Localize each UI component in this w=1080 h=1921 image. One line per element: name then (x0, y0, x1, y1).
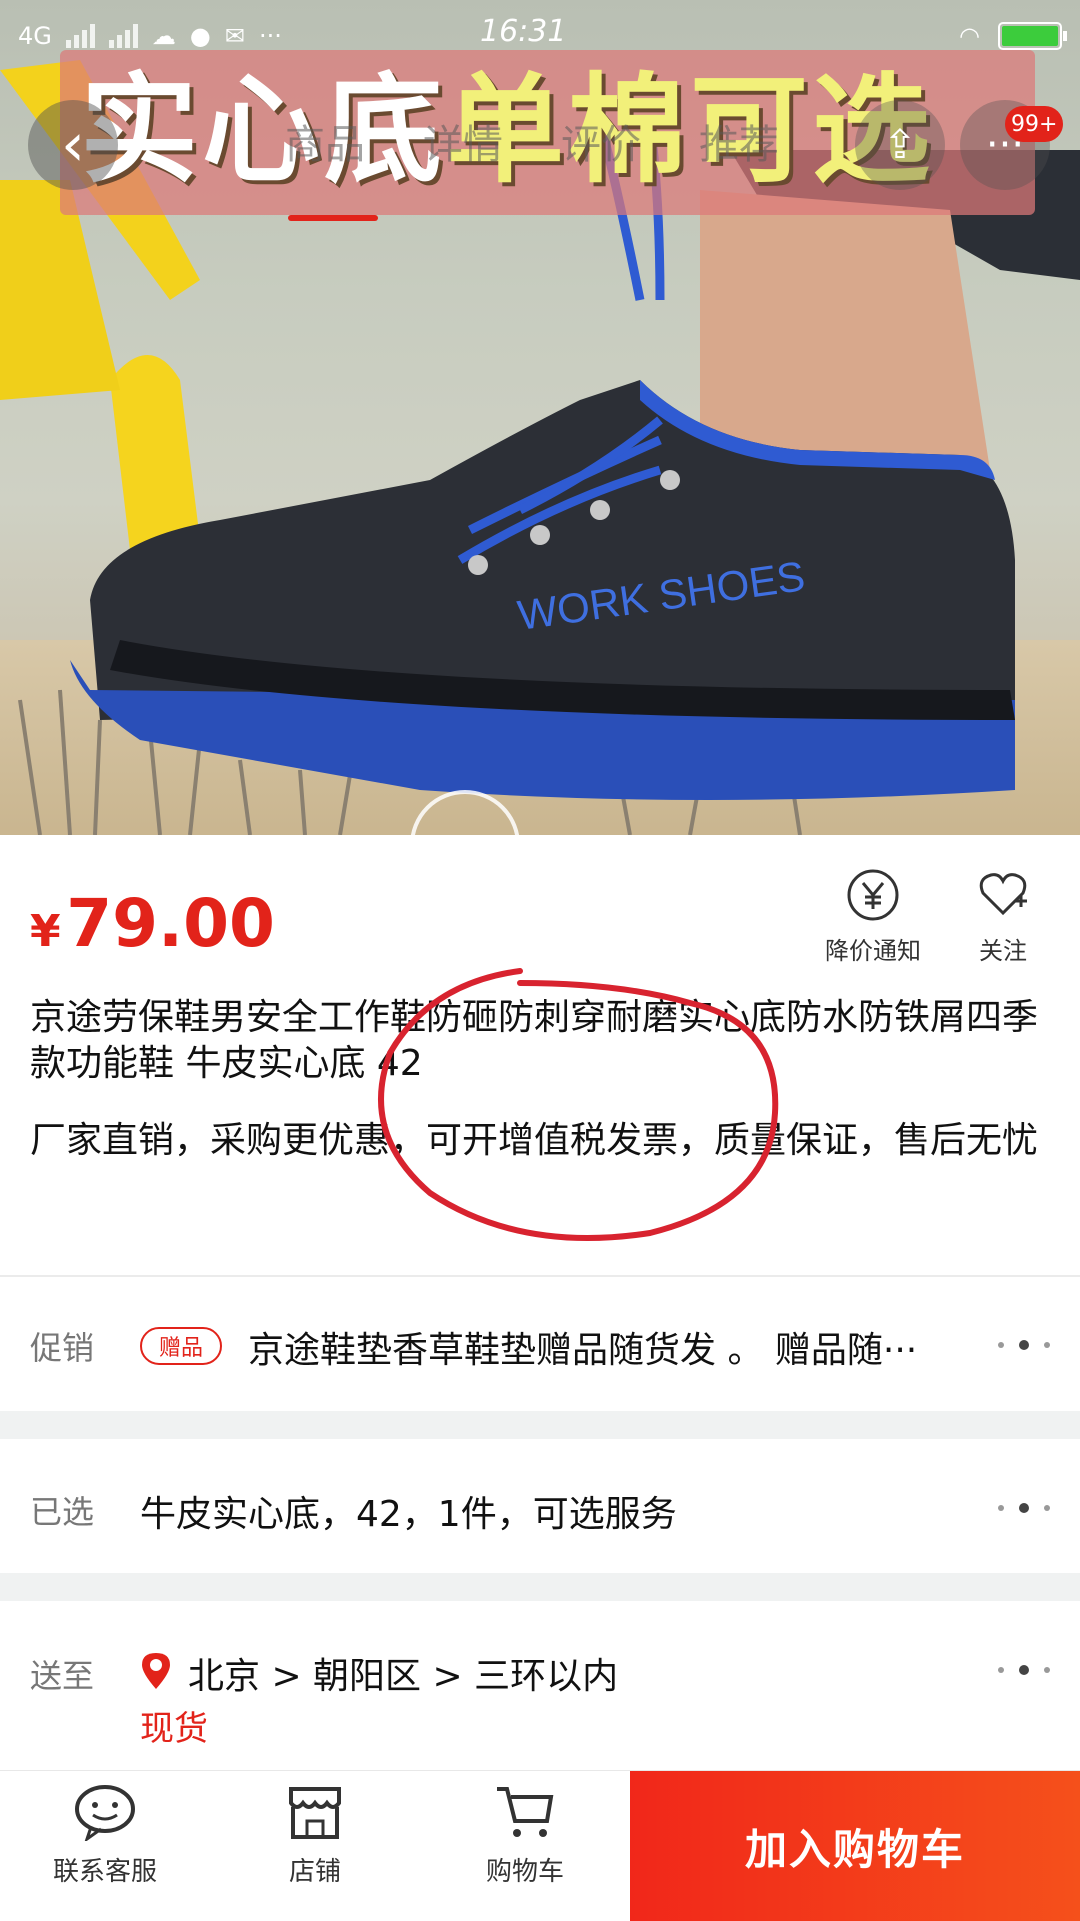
delivery-row[interactable]: 送至 北京 > 朝阳区 > 三环以内 现货 (0, 1601, 1080, 1770)
price-alert-label: 降价通知 (825, 937, 921, 965)
section-gap (0, 1411, 1080, 1439)
more-notifications: ··· (258, 22, 282, 50)
selected-spec-text: 牛皮实心底，42，1件，可选服务 (140, 1494, 677, 1535)
store-label: 店铺 (288, 1857, 341, 1887)
active-tab-indicator (288, 215, 378, 221)
tab-details[interactable]: 详情 (423, 112, 503, 170)
promotion-label: 促销 (30, 1329, 95, 1367)
cart-label: 购物车 (485, 1857, 564, 1887)
heart-plus-icon (979, 873, 1027, 916)
cart-icon (497, 1787, 554, 1837)
price-currency: ¥ (30, 906, 61, 957)
price: ¥ 79.00 (30, 885, 275, 962)
more-dots-icon (998, 1340, 1050, 1350)
share-icon: ⇪ (883, 122, 917, 168)
notification-icon: ☁ (151, 22, 176, 50)
browser-icon: ● (189, 22, 211, 50)
wechat-icon: ✉ (224, 22, 245, 50)
selected-spec-row[interactable]: 已选 牛皮实心底，42，1件，可选服务 (0, 1439, 1080, 1573)
selected-label: 已选 (30, 1493, 95, 1531)
customer-service-button[interactable]: 联系客服 (5, 1783, 205, 1888)
signal-2-icon (108, 24, 138, 48)
tab-product[interactable]: 商品 (285, 112, 365, 170)
more-dots-icon (998, 1665, 1050, 1675)
promotion-row[interactable]: 促销 赠品 京途鞋垫香草鞋垫赠品随货发 。 赠品随··· (0, 1277, 1080, 1411)
follow-button[interactable]: 关注 (975, 867, 1031, 966)
bottom-action-bar: 联系客服 店铺 购物车 加入购物车 (0, 1770, 1080, 1921)
wifi-icon: ◠ (959, 22, 980, 50)
more-dots-icon (998, 1503, 1050, 1513)
customer-service-label: 联系客服 (52, 1857, 157, 1887)
store-button[interactable]: 店铺 (215, 1783, 415, 1888)
status-time: 16:31 (480, 14, 567, 49)
product-image-carousel[interactable]: WORK SHOES 实心底单棉可选 4G ☁ ● ✉ ··· ◠ 16:31 … (0, 0, 1080, 835)
tab-recommend[interactable]: 推荐 (699, 112, 779, 170)
product-info-section: ¥ 79.00 降价通知 关注 京途劳保鞋男安全工作鞋防砸防刺穿耐磨实心底防水防… (0, 835, 1080, 1275)
delivery-address: 北京 > 朝阳区 > 三环以内 (188, 1656, 619, 1697)
signal-icon (65, 24, 95, 48)
cart-button[interactable]: 购物车 (425, 1783, 625, 1888)
share-button[interactable]: ⇪ (855, 100, 945, 190)
promotion-text: 京途鞋垫香草鞋垫赠品随货发 。 赠品随··· (248, 1330, 918, 1371)
network-label: 4G (18, 22, 52, 50)
detail-tabs: 商品 详情 评价 推荐 (285, 112, 779, 170)
customer-service-icon (75, 1785, 135, 1841)
follow-label: 关注 (979, 937, 1027, 965)
section-gap (0, 1573, 1080, 1601)
price-alert-button[interactable]: 降价通知 (825, 867, 921, 966)
location-pin-icon (142, 1653, 170, 1689)
gift-tag: 赠品 (140, 1327, 222, 1365)
price-alert-icon (847, 869, 899, 921)
store-icon (289, 1787, 341, 1839)
delivery-label: 送至 (30, 1657, 95, 1695)
add-to-cart-button[interactable]: 加入购物车 (630, 1771, 1080, 1921)
stock-status: 现货 (140, 1709, 208, 1749)
chevron-left-icon: ‹ (61, 110, 85, 180)
back-button[interactable]: ‹ (28, 100, 118, 190)
price-amount: 79.00 (66, 885, 275, 962)
battery-icon (998, 22, 1067, 50)
tab-reviews[interactable]: 评价 (561, 112, 641, 170)
red-circle-annotation (378, 968, 779, 1241)
message-badge: 99+ (1005, 106, 1064, 142)
